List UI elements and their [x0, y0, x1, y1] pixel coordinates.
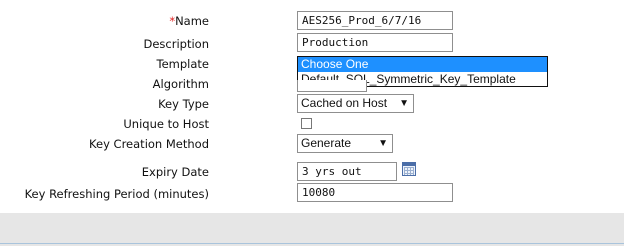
name-label-text: Name [175, 14, 209, 28]
expiry-date-input[interactable]: 3 yrs out [297, 162, 397, 181]
key-creation-method-value: Generate [301, 136, 352, 150]
chevron-down-icon: ▼ [399, 98, 409, 109]
key-refreshing-period-input[interactable]: 10080 [297, 183, 453, 202]
key-type-value: Cached on Host [301, 96, 388, 110]
description-input[interactable]: Production [297, 33, 453, 52]
unique-to-host-label: Unique to Host [123, 117, 209, 131]
description-label: Description [143, 37, 210, 51]
calendar-icon-grid [404, 167, 414, 175]
key-refreshing-period-label: Key Refreshing Period (minutes) [24, 187, 209, 201]
name-label: *Name [0, 14, 209, 28]
name-input[interactable]: AES256_Prod_6/7/16 [297, 11, 453, 30]
footer-bar [0, 213, 624, 246]
calendar-icon-header [403, 163, 415, 166]
unique-to-host-checkbox[interactable] [301, 118, 312, 129]
calendar-icon[interactable] [402, 162, 416, 176]
key-type-label: Key Type [158, 97, 209, 111]
template-option-choose-one[interactable]: Choose One [298, 57, 547, 72]
expiry-date-label: Expiry Date [141, 165, 209, 179]
footer-divider [0, 243, 624, 244]
key-type-select[interactable]: Cached on Host ▼ [297, 94, 414, 113]
chevron-down-icon: ▼ [378, 138, 388, 149]
algorithm-select[interactable] [297, 80, 367, 92]
key-creation-method-label: Key Creation Method [89, 137, 209, 151]
key-creation-method-select[interactable]: Generate ▼ [297, 134, 393, 153]
algorithm-label: Algorithm [152, 77, 209, 91]
template-label: Template [156, 57, 209, 71]
